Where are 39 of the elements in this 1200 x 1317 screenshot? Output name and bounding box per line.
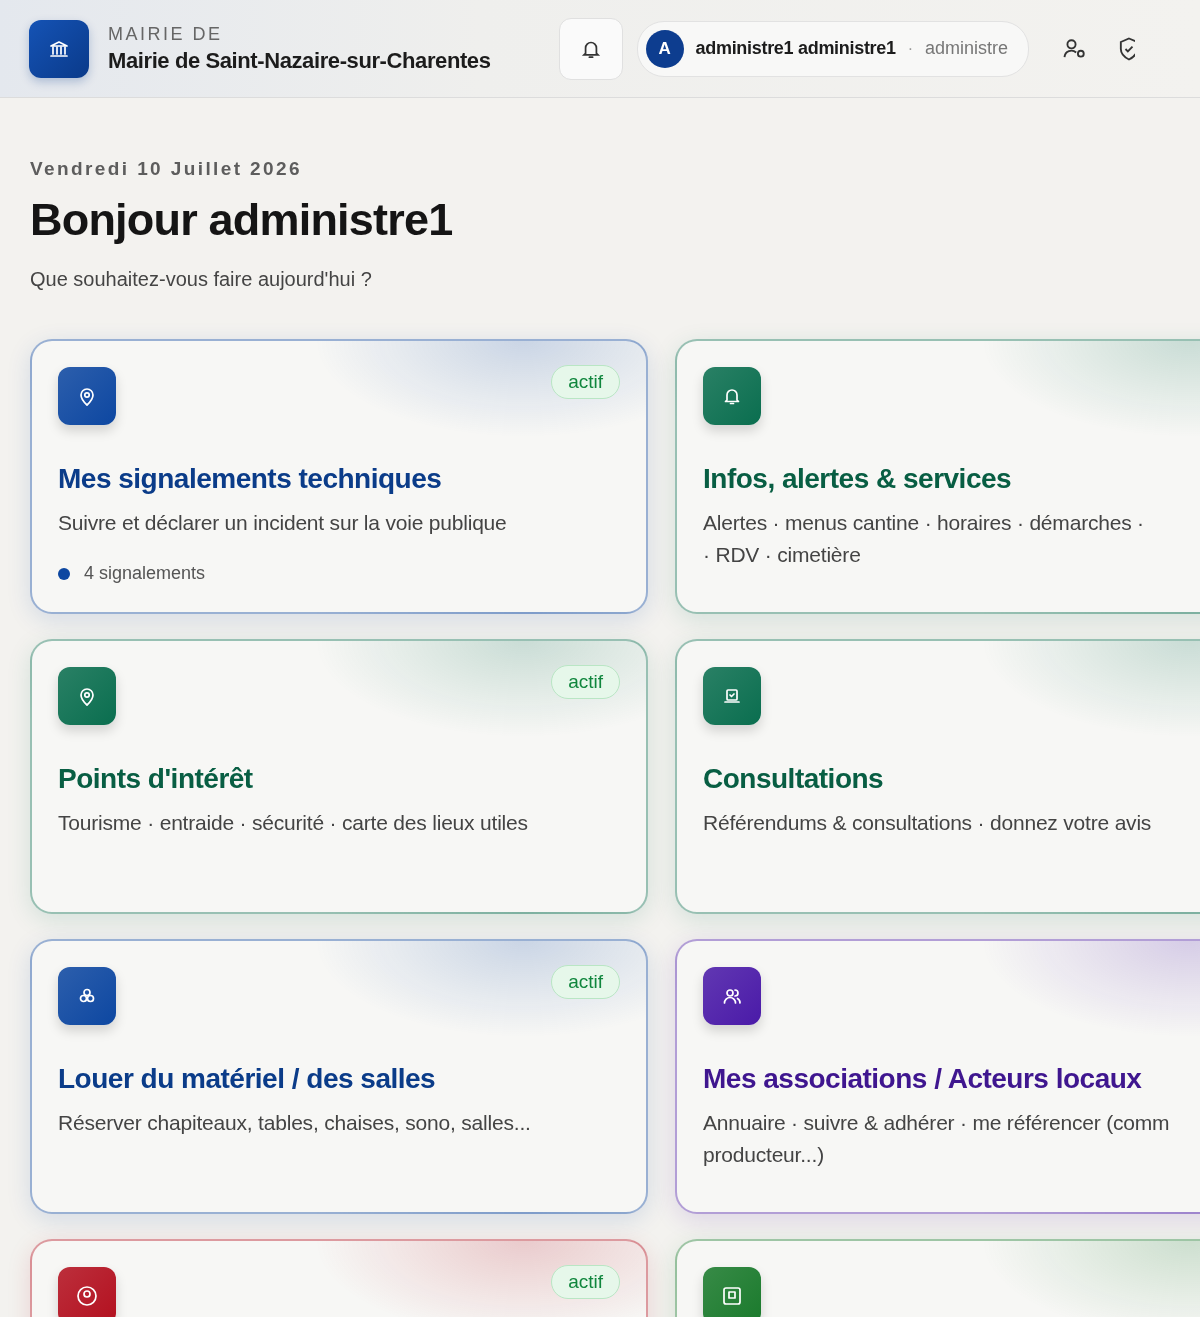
card-description: Tourisme · entraide · sécurité · carte des lieux utiles — [58, 811, 529, 835]
status-badge: actif — [551, 665, 620, 699]
header-eyebrow: MAIRIE DE — [108, 23, 224, 45]
card-description: Annuaire · suivre & adhérer · me référencer (comm — [703, 1111, 1171, 1135]
card-description: Suivre et déclarer un incident sur la voie publique — [58, 511, 508, 535]
card-title: Consultations — [703, 763, 885, 795]
service-card[interactable]: actif — [30, 1239, 648, 1317]
user-avatar: A — [645, 29, 684, 68]
greeting-title: Bonjour administre1 — [30, 194, 453, 246]
square-icon — [720, 1284, 744, 1308]
municipality-name: Mairie de Saint-Nazaire-sur-Charentes — [108, 47, 491, 74]
card-description: producteur...) — [703, 1143, 825, 1167]
status-badge: actif — [551, 365, 620, 399]
current-date: Vendredi 10 Juillet 2026 — [30, 158, 302, 180]
circle-icon — [75, 1284, 99, 1308]
service-card[interactable]: Consultations Référendums & consultations · donnez votre avis — [675, 639, 1200, 914]
notifications-button[interactable] — [558, 17, 623, 80]
service-card[interactable]: actif Mes signalements techniques Suivre et déclarer un incident sur la voie publique 4 signalements — [30, 339, 648, 614]
status-badge: actif — [551, 1265, 620, 1299]
separator-dot: · — [907, 39, 914, 58]
card-title: Infos, alertes & services — [703, 463, 1013, 495]
card-title: Mes associations / Acteurs locaux — [703, 1063, 1143, 1095]
user-menu-button[interactable]: A administre1 administre1 · administre — [636, 20, 1030, 77]
service-card[interactable]: Mes associations / Acteurs locaux Annuaire · suivre & adhérer · me référencer (comm producteur...) — [675, 939, 1200, 1214]
user-role: administre — [925, 38, 1009, 59]
card-title: Points d'intérêt — [58, 763, 254, 795]
item-count: 4 signalements — [84, 563, 206, 584]
status-badge: actif — [551, 965, 620, 999]
service-card[interactable]: actif Louer du matériel / des salles Réserver chapiteaux, tables, chaises, sono, salles... — [30, 939, 648, 1214]
greeting-subtitle: Que souhaitez-vous faire aujourd'hui ? — [30, 268, 372, 291]
service-card[interactable]: Infos, alertes & services Alertes · menus cantine · horaires · démarches · · RDV · cimetière — [675, 339, 1200, 614]
card-title: Louer du matériel / des salles — [58, 1063, 437, 1095]
card-description: Référendums & consultations · donnez votre avis — [703, 811, 1153, 835]
card-description: Alertes · menus cantine · horaires · démarches · — [703, 511, 1145, 535]
user-name: administre1 administre1 — [695, 38, 896, 59]
service-card[interactable]: actif Points d'intérêt Tourisme · entraide · sécurité · carte des lieux utiles — [30, 639, 648, 914]
card-description: Réserver chapiteaux, tables, chaises, sono, salles... — [58, 1111, 532, 1135]
card-title: Mes signalements techniques — [58, 463, 443, 495]
card-description: · RDV · cimetière — [703, 543, 862, 567]
